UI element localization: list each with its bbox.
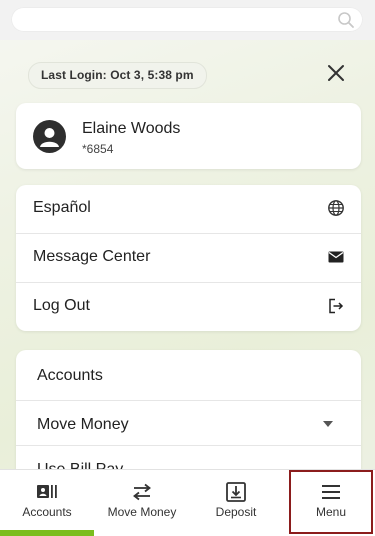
profile-card: Elaine Woods *6854	[16, 103, 361, 169]
search-icon[interactable]	[337, 11, 355, 29]
menu-item-message-center[interactable]: Message Center	[16, 233, 361, 282]
transfer-arrows-icon	[133, 483, 151, 501]
chevron-down-icon	[323, 421, 333, 427]
active-tab-indicator	[0, 530, 94, 536]
account-number: *6854	[82, 142, 114, 156]
nav-item-move-money[interactable]: Move Money	[16, 400, 361, 449]
tab-label: Accounts	[22, 505, 72, 519]
menu-item-label: Message Center	[33, 248, 151, 265]
tab-deposit[interactable]: Deposit	[190, 470, 282, 536]
top-search-bar	[0, 0, 375, 40]
tab-move-money[interactable]: Move Money	[94, 470, 190, 536]
user-name: Elaine Woods	[82, 120, 181, 137]
logout-icon	[329, 298, 344, 314]
deposit-icon	[226, 482, 246, 502]
search-input[interactable]	[11, 7, 363, 32]
envelope-icon	[328, 251, 344, 263]
tab-label: Menu	[315, 505, 347, 519]
nav-item-label: Move Money	[37, 416, 129, 433]
bottom-tab-bar: Accounts Move Money Deposit Menu	[0, 469, 375, 536]
tab-accounts[interactable]: Accounts	[0, 470, 94, 536]
hamburger-icon	[322, 485, 340, 499]
last-login-badge: Last Login: Oct 3, 5:38 pm	[28, 62, 207, 89]
globe-icon	[328, 200, 344, 216]
nav-item-accounts[interactable]: Accounts	[16, 352, 361, 400]
tab-label: Deposit	[215, 505, 257, 519]
avatar	[33, 120, 66, 153]
menu-item-label: Log Out	[33, 297, 90, 314]
nav-item-label: Accounts	[37, 367, 103, 384]
accounts-icon	[37, 485, 57, 498]
menu-item-log-out[interactable]: Log Out	[16, 282, 361, 331]
tab-label: Move Money	[107, 505, 177, 519]
settings-menu-card: Español Message Center Log Out	[16, 185, 361, 331]
menu-item-language[interactable]: Español	[16, 185, 361, 233]
close-icon[interactable]	[323, 60, 349, 86]
user-icon	[40, 128, 59, 147]
menu-item-label: Español	[33, 199, 91, 216]
tab-menu[interactable]: Menu	[289, 470, 373, 536]
